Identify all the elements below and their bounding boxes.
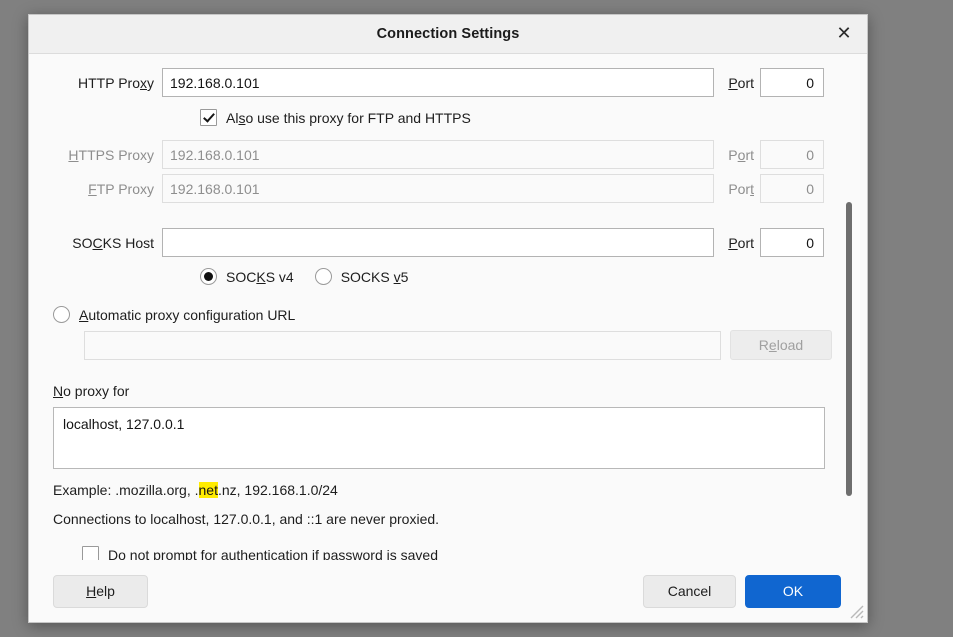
http-port-input[interactable]: [760, 68, 824, 97]
socks-v5-radio[interactable]: [314, 268, 332, 285]
http-proxy-input[interactable]: [162, 68, 714, 97]
socks-v4-label: SOCKS v4: [226, 268, 294, 285]
ftp-proxy-input[interactable]: [162, 174, 714, 203]
socks-host-input[interactable]: [162, 228, 714, 257]
no-prompt-label: Do not prompt for authentication if pass…: [108, 546, 438, 561]
connection-settings-dialog: Connection Settings ✕ HTTP Proxy Port Al…: [28, 14, 868, 623]
no-proxy-textarea[interactable]: localhost, 127.0.0.1: [53, 407, 825, 469]
socks-v5-label: SOCKS v5: [340, 268, 409, 285]
https-proxy-input[interactable]: [162, 140, 714, 169]
resize-grip-icon[interactable]: [847, 602, 865, 620]
no-proxy-label: No proxy for: [53, 383, 130, 399]
socks-host-label: SOCKS Host: [72, 234, 154, 251]
auto-proxy-url-row: Reload: [84, 330, 867, 360]
http-proxy-row: HTTP Proxy Port: [29, 68, 867, 97]
also-use-proxy-checkbox-row[interactable]: Also use this proxy for FTP and HTTPS: [200, 109, 867, 126]
auto-proxy-url-label: Automatic proxy configuration URL: [79, 306, 296, 323]
https-proxy-label: HTTPS Proxy: [68, 146, 154, 163]
ftp-proxy-row: FTP Proxy Port: [29, 174, 867, 203]
never-proxied-note: Connections to localhost, 127.0.0.1, and…: [53, 511, 440, 527]
close-icon[interactable]: ✕: [829, 19, 859, 49]
example-highlight: net: [198, 482, 218, 498]
https-proxy-row: HTTPS Proxy Port: [29, 140, 867, 169]
socks-port-input[interactable]: [760, 228, 824, 257]
auto-proxy-url-radio[interactable]: [53, 306, 70, 323]
no-prompt-checkbox[interactable]: [82, 546, 99, 560]
also-use-proxy-label: Also use this proxy for FTP and HTTPS: [226, 109, 471, 126]
socks-version-radio-group: SOCKS v4 SOCKS v5: [200, 268, 867, 285]
dialog-content: HTTP Proxy Port Also use this proxy for …: [29, 54, 867, 560]
https-port-input[interactable]: [760, 140, 824, 169]
ftp-port-input[interactable]: [760, 174, 824, 203]
reload-button[interactable]: Reload: [730, 330, 832, 360]
socks-v4-radio[interactable]: [200, 268, 217, 285]
content-scrollbar[interactable]: [845, 54, 853, 560]
auto-proxy-url-radio-row[interactable]: Automatic proxy configuration URL: [53, 306, 867, 323]
dialog-title: Connection Settings: [376, 26, 520, 42]
help-button[interactable]: Help: [53, 574, 148, 608]
cancel-button[interactable]: Cancel: [643, 574, 736, 608]
dialog-titlebar: Connection Settings ✕: [29, 15, 867, 54]
ok-button[interactable]: OK: [745, 574, 841, 608]
ftp-port-label: Port: [728, 180, 754, 197]
no-proxy-textarea-wrap: localhost, 127.0.0.1: [53, 407, 867, 474]
socks-port-label: Port: [728, 234, 754, 251]
scrollbar-thumb[interactable]: [846, 202, 852, 496]
http-proxy-label: HTTP Proxy: [78, 74, 154, 91]
ftp-proxy-label: FTP Proxy: [88, 180, 154, 197]
no-proxy-example: Example: .mozilla.org, .net.nz, 192.168.…: [53, 482, 338, 498]
https-port-label: Port: [728, 146, 754, 163]
no-prompt-checkbox-row[interactable]: Do not prompt for authentication if pass…: [82, 546, 867, 560]
http-port-label: Port: [728, 74, 754, 91]
also-use-proxy-checkbox[interactable]: [200, 109, 217, 126]
socks-host-row: SOCKS Host Port: [29, 228, 867, 257]
auto-proxy-url-input[interactable]: [84, 330, 721, 360]
dialog-footer: Help Cancel OK: [29, 560, 867, 622]
